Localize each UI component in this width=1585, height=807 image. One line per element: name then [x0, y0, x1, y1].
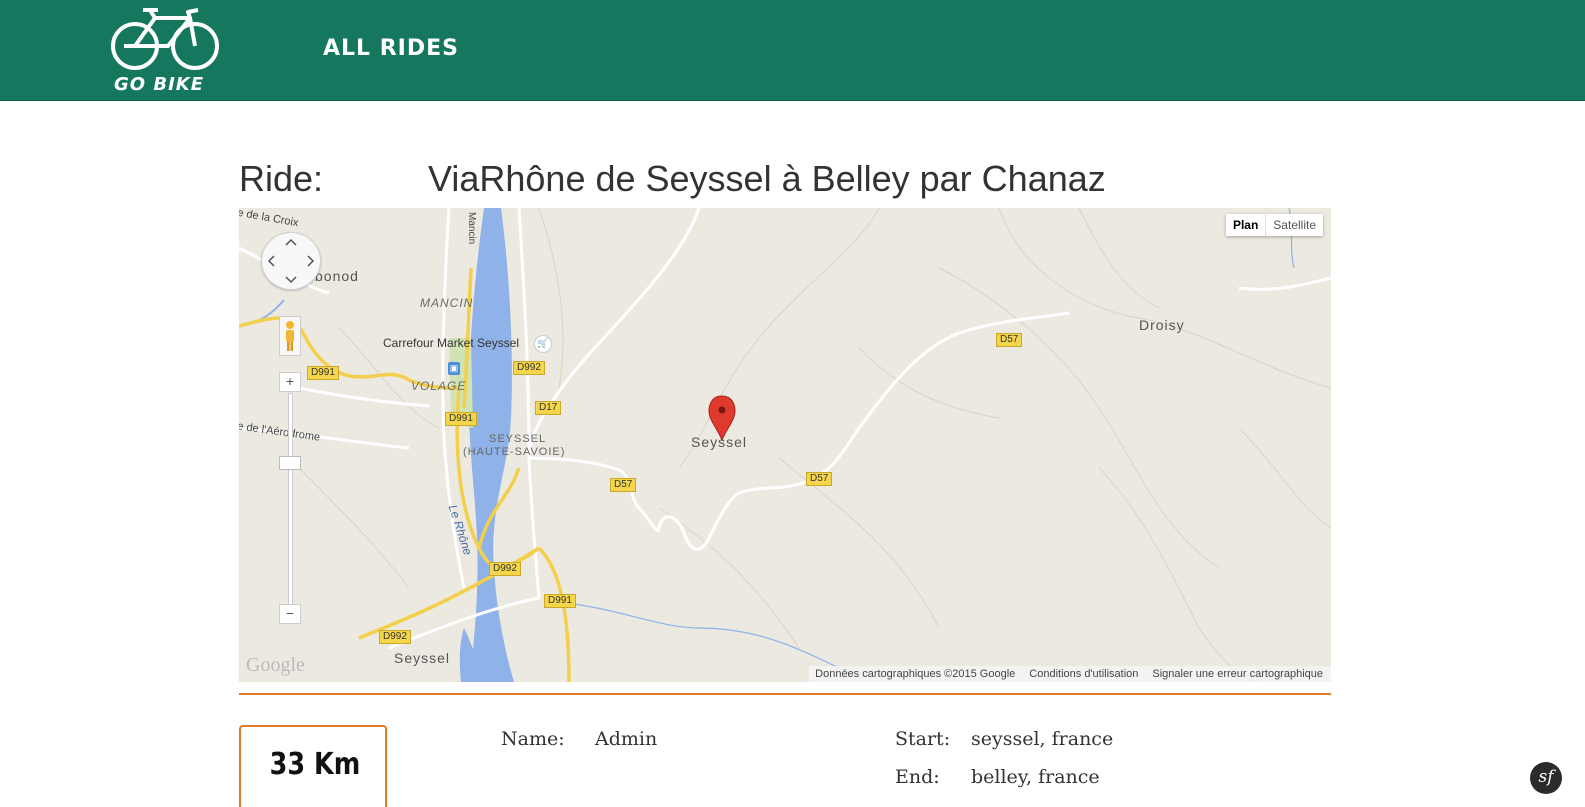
road-sign: D57: [610, 478, 637, 492]
logo-text: GO BIKE: [114, 74, 205, 95]
shopping-cart-icon: 🛒: [534, 335, 552, 353]
road-sign: D57: [996, 333, 1023, 347]
road-sign: D992: [379, 630, 411, 644]
name-label: Name:: [501, 728, 565, 750]
zoom-slider-track[interactable]: [288, 393, 293, 610]
go-bike-logo[interactable]: GO BIKE: [110, 4, 222, 96]
road-sign: D57: [806, 472, 833, 486]
road-sign: D991: [544, 594, 576, 608]
zoom-out-button[interactable]: −: [279, 604, 301, 624]
street-label: Mancin: [466, 212, 477, 245]
zoom-in-button[interactable]: +: [279, 372, 301, 392]
place-label: Droisy: [1139, 317, 1185, 333]
map-type-plan-button[interactable]: Plan: [1226, 214, 1267, 236]
pan-control[interactable]: [261, 232, 321, 290]
road-sign: D992: [489, 562, 521, 576]
end-label: End:: [895, 766, 940, 788]
place-label: Seyssel: [394, 650, 451, 666]
poi-label: Carrefour Market Seyssel: [383, 336, 520, 350]
street-view-pegman-icon[interactable]: [279, 316, 301, 356]
map-data-credit: Données cartographiques ©2015 Google: [815, 668, 1016, 680]
place-label: MANCIN: [420, 296, 474, 310]
map-attribution: Données cartographiques ©2015 Google Con…: [809, 666, 1331, 682]
symfony-toolbar-icon[interactable]: sf: [1530, 762, 1562, 794]
place-label: VOLAGE: [411, 379, 467, 393]
place-label: (HAUTE-SAVOIE): [463, 446, 566, 458]
map-base: [239, 208, 1331, 682]
train-station-icon: ▣: [448, 362, 460, 375]
road-sign: D991: [445, 412, 477, 426]
start-label: Start:: [895, 728, 951, 750]
terms-of-use-link[interactable]: Conditions d'utilisation: [1029, 666, 1138, 682]
ride-title: ViaRhône de Seyssel à Belley par Chanaz: [428, 158, 1106, 199]
pan-arrows-icon: [267, 238, 315, 284]
map-type-satellite-button[interactable]: Satellite: [1266, 214, 1323, 236]
ride-label: Ride:: [239, 158, 324, 199]
zoom-slider-handle[interactable]: [279, 456, 301, 470]
end-value: belley, france: [971, 766, 1100, 788]
site-header: GO BIKE ALL RIDES: [0, 0, 1585, 101]
distance-value: 33 Km: [269, 747, 361, 782]
bicycle-icon: [111, 8, 219, 70]
google-logo: Google: [246, 654, 305, 676]
road-sign: D17: [535, 401, 562, 415]
place-label: bonod: [315, 268, 359, 284]
distance-box: 33 Km: [239, 725, 387, 807]
road-sign: D991: [307, 366, 339, 380]
ride-map[interactable]: Seyssel Droisy MANCIN Carrefour Market S…: [239, 208, 1331, 682]
map-type-control: Plan Satellite: [1225, 214, 1323, 236]
place-label: SEYSSEL: [489, 433, 547, 445]
start-value: seyssel, france: [971, 728, 1114, 750]
report-map-error-link[interactable]: Signaler une erreur cartographique: [1152, 666, 1323, 682]
place-label: Seyssel: [691, 434, 748, 450]
section-divider: [239, 693, 1331, 695]
nav-all-rides-link[interactable]: ALL RIDES: [323, 36, 459, 61]
name-value: Admin: [595, 728, 658, 750]
road-sign: D992: [513, 361, 545, 375]
